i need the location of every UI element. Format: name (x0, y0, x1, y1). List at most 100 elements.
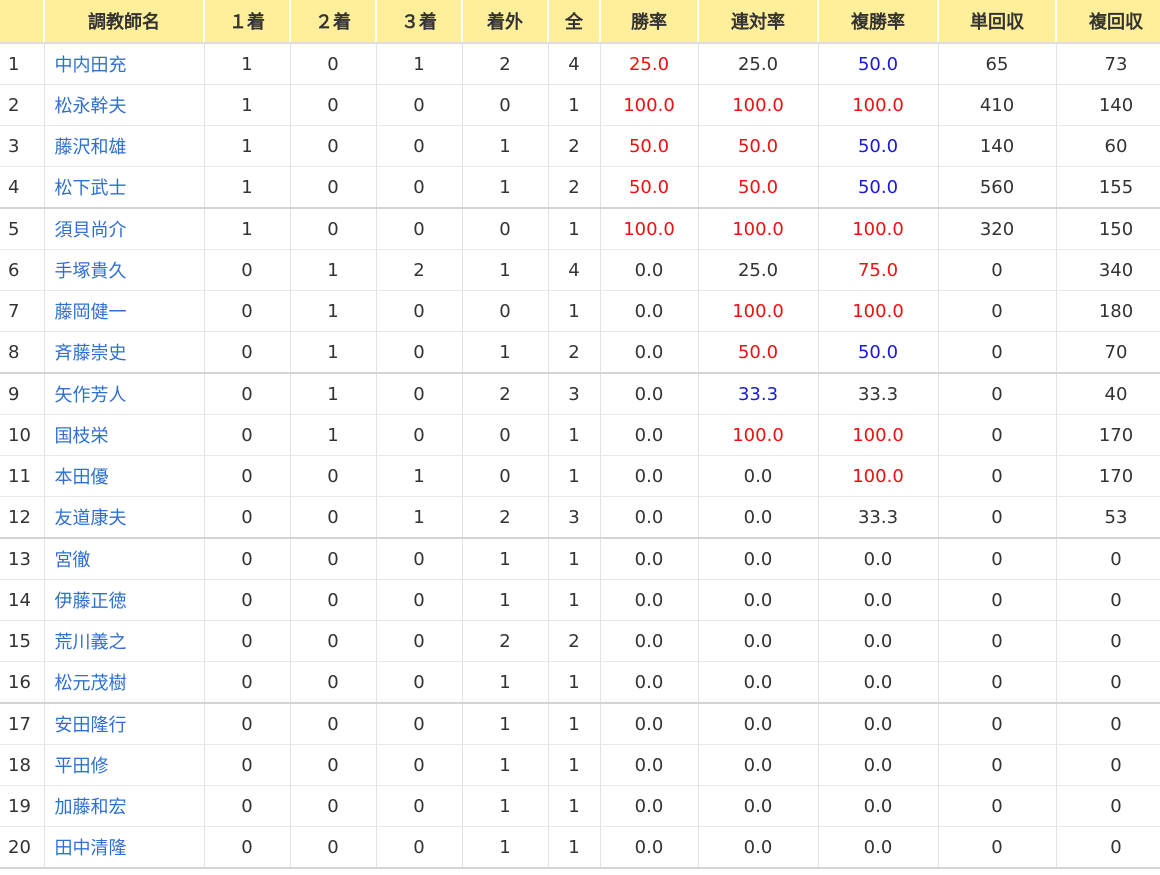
win-rate-cell: 100.0 (600, 208, 699, 250)
quinella-rate-cell: 33.3 (698, 373, 819, 415)
quinella-rate-cell: 0.0 (698, 744, 819, 786)
quinella-rate-cell: 0.0 (698, 826, 819, 869)
quinella-rate-cell: 0.0 (698, 455, 819, 497)
trainer-name-link[interactable]: 本田優 (55, 467, 109, 488)
table-row: 9 矢作芳人 0 1 0 2 3 0.0 33.3 33.3 0 40 (0, 373, 1160, 415)
header-out[interactable]: 着外 (462, 0, 549, 44)
rank-cell: 2 (0, 84, 45, 126)
table-row: 15 荒川義之 0 0 0 2 2 0.0 0.0 0.0 0 0 (0, 620, 1160, 662)
trainer-name-cell: 矢作芳人 (44, 373, 205, 415)
quinella-rate-cell: 50.0 (698, 331, 819, 374)
trainer-name-link[interactable]: 矢作芳人 (55, 385, 127, 406)
table-header: 調教師名 １着 ２着 ３着 着外 全 勝率 連対率 複勝率 単回収 複回収 (0, 0, 1160, 44)
header-win-return[interactable]: 単回収 (938, 0, 1057, 44)
second-cell: 0 (290, 579, 377, 621)
third-cell: 0 (376, 744, 463, 786)
quinella-rate-cell: 100.0 (698, 84, 819, 126)
show-return-cell: 0 (1056, 661, 1160, 704)
win-return-cell: 0 (938, 249, 1057, 291)
third-cell: 0 (376, 208, 463, 250)
trainer-name-link[interactable]: 友道康夫 (55, 508, 127, 529)
trainer-name-cell: 須貝尚介 (44, 208, 205, 250)
second-cell: 0 (290, 826, 377, 869)
trainer-name-cell: 中内田充 (44, 43, 205, 85)
show-rate-cell: 0.0 (818, 620, 939, 662)
trainer-name-cell: 荒川義之 (44, 620, 205, 662)
trainer-name-link[interactable]: 松元茂樹 (55, 673, 127, 694)
second-cell: 0 (290, 744, 377, 786)
win-rate-cell: 0.0 (600, 785, 699, 827)
total-cell: 1 (548, 703, 601, 745)
trainer-name-link[interactable]: 国枝栄 (55, 426, 109, 447)
show-return-cell: 170 (1056, 455, 1160, 497)
rank-cell: 11 (0, 455, 45, 497)
trainer-name-link[interactable]: 松永幹夫 (55, 96, 127, 117)
trainer-name-link[interactable]: 伊藤正徳 (55, 591, 127, 612)
show-rate-cell: 75.0 (818, 249, 939, 291)
second-cell: 1 (290, 290, 377, 332)
header-trainer-name[interactable]: 調教師名 (44, 0, 205, 44)
first-cell: 1 (204, 166, 291, 209)
rank-cell: 18 (0, 744, 45, 786)
header-show-rate[interactable]: 複勝率 (818, 0, 939, 44)
quinella-rate-cell: 0.0 (698, 579, 819, 621)
quinella-rate-cell: 0.0 (698, 703, 819, 745)
table-row: 20 田中清隆 0 0 0 1 1 0.0 0.0 0.0 0 0 (0, 826, 1160, 869)
trainer-name-link[interactable]: 田中清隆 (55, 838, 127, 859)
header-show-return[interactable]: 複回収 (1056, 0, 1160, 44)
trainer-name-cell: 宮徹 (44, 538, 205, 580)
win-return-cell: 140 (938, 125, 1057, 167)
trainer-name-link[interactable]: 宮徹 (55, 550, 91, 571)
win-rate-cell: 0.0 (600, 249, 699, 291)
trainer-name-link[interactable]: 加藤和宏 (55, 797, 127, 818)
show-rate-cell: 33.3 (818, 373, 939, 415)
total-cell: 1 (548, 826, 601, 869)
win-return-cell: 0 (938, 290, 1057, 332)
header-second[interactable]: ２着 (290, 0, 377, 44)
out-cell: 2 (462, 620, 549, 662)
out-cell: 1 (462, 249, 549, 291)
header-first[interactable]: １着 (204, 0, 291, 44)
second-cell: 0 (290, 661, 377, 704)
trainer-name-link[interactable]: 手塚貴久 (55, 261, 127, 282)
trainer-name-link[interactable]: 中内田充 (55, 55, 127, 76)
trainer-name-link[interactable]: 松下武士 (55, 178, 127, 199)
win-return-cell: 0 (938, 538, 1057, 580)
header-win-rate[interactable]: 勝率 (600, 0, 699, 44)
rank-cell: 8 (0, 331, 45, 374)
total-cell: 1 (548, 84, 601, 126)
trainer-name-link[interactable]: 平田修 (55, 756, 109, 777)
third-cell: 0 (376, 125, 463, 167)
trainer-name-link[interactable]: 斉藤崇史 (55, 343, 127, 364)
header-total[interactable]: 全 (548, 0, 601, 44)
header-quinella-rate[interactable]: 連対率 (698, 0, 819, 44)
win-rate-cell: 0.0 (600, 703, 699, 745)
total-cell: 1 (548, 208, 601, 250)
show-rate-cell: 100.0 (818, 208, 939, 250)
win-rate-cell: 0.0 (600, 290, 699, 332)
quinella-rate-cell: 100.0 (698, 414, 819, 456)
trainer-name-link[interactable]: 藤沢和雄 (55, 137, 127, 158)
trainer-name-cell: 加藤和宏 (44, 785, 205, 827)
show-rate-cell: 0.0 (818, 703, 939, 745)
total-cell: 1 (548, 414, 601, 456)
out-cell: 0 (462, 455, 549, 497)
first-cell: 0 (204, 579, 291, 621)
header-third[interactable]: ３着 (376, 0, 463, 44)
win-return-cell: 0 (938, 331, 1057, 374)
show-return-cell: 53 (1056, 496, 1160, 539)
trainer-name-link[interactable]: 藤岡健一 (55, 302, 127, 323)
rank-cell: 12 (0, 496, 45, 539)
win-rate-cell: 25.0 (600, 43, 699, 85)
win-return-cell: 560 (938, 166, 1057, 209)
table-row: 7 藤岡健一 0 1 0 0 1 0.0 100.0 100.0 0 180 (0, 290, 1160, 332)
table-row: 2 松永幹夫 1 0 0 0 1 100.0 100.0 100.0 410 1… (0, 84, 1160, 126)
win-rate-cell: 0.0 (600, 414, 699, 456)
third-cell: 0 (376, 538, 463, 580)
table-row: 18 平田修 0 0 0 1 1 0.0 0.0 0.0 0 0 (0, 744, 1160, 786)
trainer-name-link[interactable]: 荒川義之 (55, 632, 127, 653)
trainer-name-link[interactable]: 須貝尚介 (55, 220, 127, 241)
rank-cell: 7 (0, 290, 45, 332)
trainer-name-link[interactable]: 安田隆行 (55, 715, 127, 736)
first-cell: 1 (204, 208, 291, 250)
